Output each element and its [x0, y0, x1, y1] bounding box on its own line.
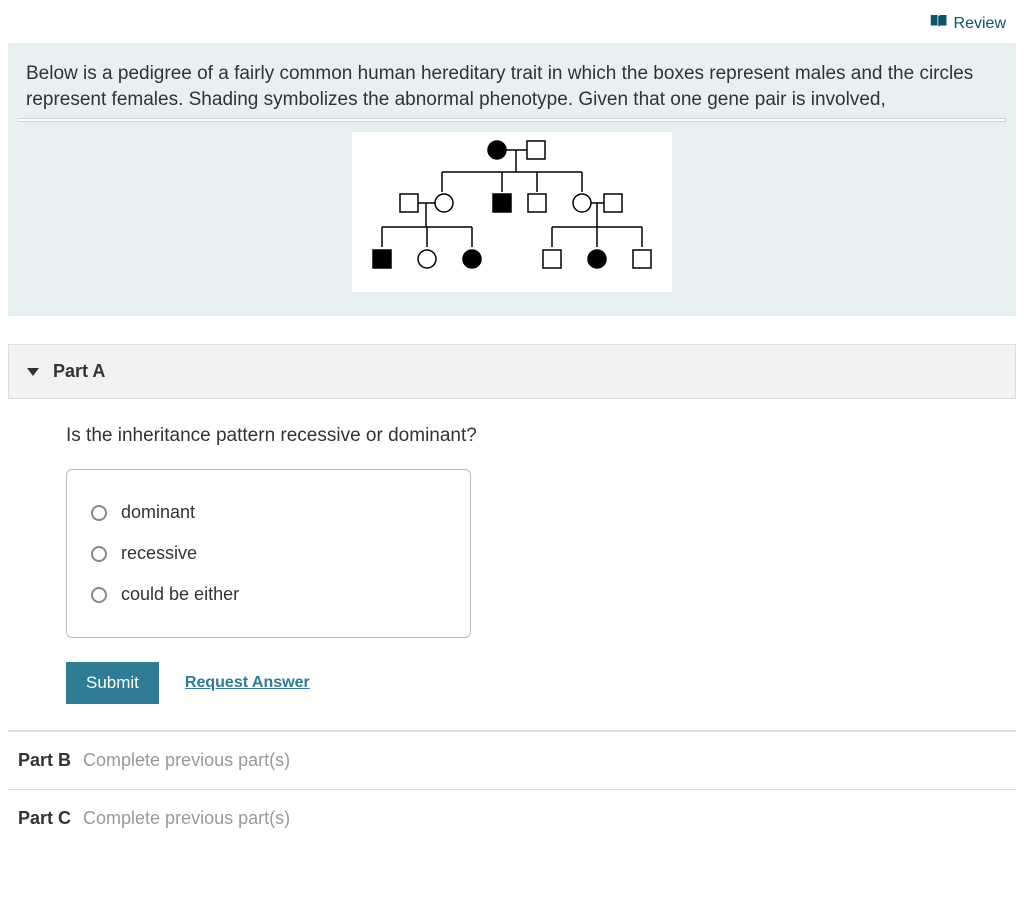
- problem-text: Below is a pedigree of a fairly common h…: [26, 61, 998, 112]
- review-link[interactable]: Review: [930, 14, 1006, 33]
- part-c-title: Part C: [18, 808, 71, 829]
- book-icon: [930, 14, 948, 33]
- option-either[interactable]: could be either: [91, 574, 446, 615]
- option-recessive[interactable]: recessive: [91, 533, 446, 574]
- part-b-message: Complete previous part(s): [83, 750, 290, 771]
- part-b-row: Part B Complete previous part(s): [8, 731, 1016, 789]
- part-c-row: Part C Complete previous part(s): [8, 789, 1016, 847]
- option-label: could be either: [121, 584, 239, 605]
- review-label: Review: [954, 15, 1006, 33]
- part-a-title: Part A: [53, 361, 105, 382]
- scroll-placeholder: [18, 118, 1006, 122]
- option-label: recessive: [121, 543, 197, 564]
- chevron-down-icon: [27, 368, 39, 376]
- radio-icon: [91, 505, 107, 521]
- options-group: dominant recessive could be either: [66, 469, 471, 638]
- part-b-title: Part B: [18, 750, 71, 771]
- part-c-message: Complete previous part(s): [83, 808, 290, 829]
- radio-icon: [91, 587, 107, 603]
- submit-button[interactable]: Submit: [66, 662, 159, 704]
- option-label: dominant: [121, 502, 195, 523]
- top-bar: Review: [8, 10, 1016, 43]
- pedigree-image-wrap: [26, 132, 998, 292]
- option-dominant[interactable]: dominant: [91, 492, 446, 533]
- request-answer-link[interactable]: Request Answer: [185, 674, 310, 692]
- problem-statement: Below is a pedigree of a fairly common h…: [8, 43, 1016, 316]
- question-text: Is the inheritance pattern recessive or …: [66, 425, 998, 447]
- part-a-body: Is the inheritance pattern recessive or …: [8, 399, 1016, 731]
- radio-icon: [91, 546, 107, 562]
- actions-row: Submit Request Answer: [66, 662, 998, 704]
- pedigree-image: [352, 132, 672, 292]
- part-a-header[interactable]: Part A: [8, 344, 1016, 399]
